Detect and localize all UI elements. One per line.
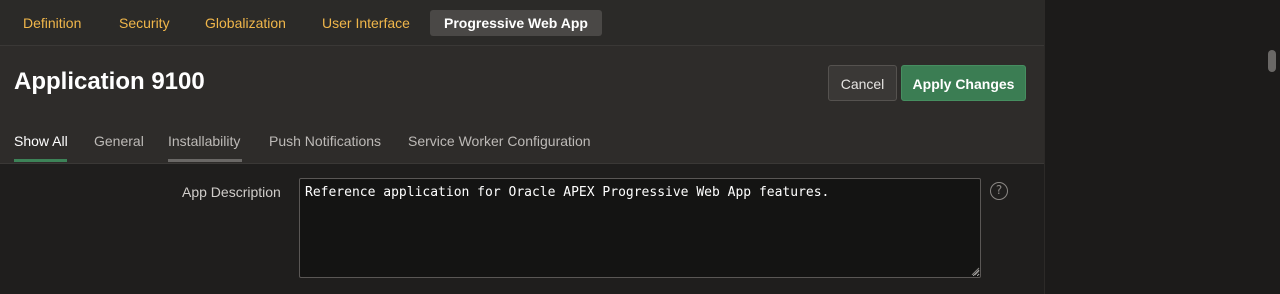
subtab-installability[interactable]: Installability: [168, 133, 242, 162]
app-description-label: App Description: [182, 184, 281, 200]
subtab-push-notifications[interactable]: Push Notifications: [269, 133, 381, 162]
cancel-button[interactable]: Cancel: [828, 65, 897, 101]
scrollbar-thumb[interactable]: [1268, 50, 1276, 72]
tab-security[interactable]: Security: [110, 10, 179, 36]
page-header: Application 9100 Cancel Apply Changes Sh…: [0, 46, 1044, 164]
help-icon[interactable]: ?: [990, 182, 1008, 200]
main-content: Definition Security Globalization User I…: [0, 0, 1044, 294]
apply-changes-button[interactable]: Apply Changes: [901, 65, 1026, 101]
tab-progressive-web-app[interactable]: Progressive Web App: [430, 10, 602, 36]
tab-definition[interactable]: Definition: [14, 10, 90, 36]
tab-user-interface[interactable]: User Interface: [313, 10, 419, 36]
tab-globalization[interactable]: Globalization: [196, 10, 295, 36]
subtab-service-worker-configuration[interactable]: Service Worker Configuration: [408, 133, 591, 162]
top-tab-bar: Definition Security Globalization User I…: [0, 0, 1044, 46]
page-title: Application 9100: [14, 68, 205, 95]
app-description-textarea[interactable]: [299, 178, 981, 278]
subtab-show-all[interactable]: Show All: [14, 133, 68, 162]
subtab-general[interactable]: General: [94, 133, 144, 162]
app-builder-page: Definition Security Globalization User I…: [0, 0, 1280, 294]
right-panel: [1044, 0, 1280, 294]
